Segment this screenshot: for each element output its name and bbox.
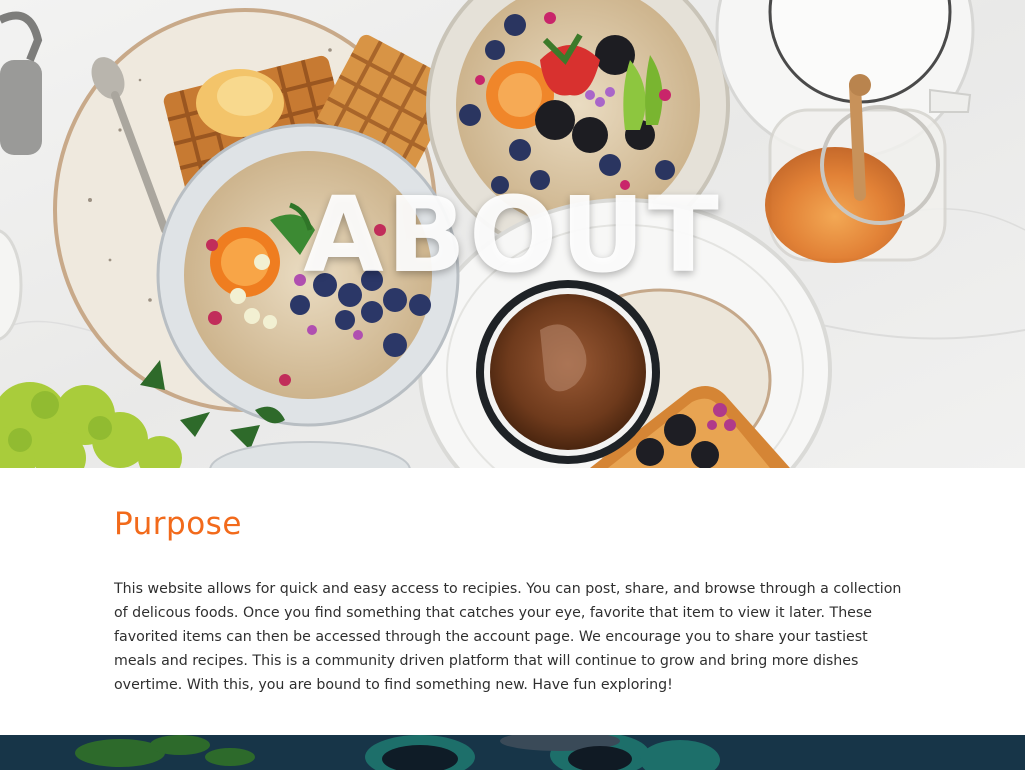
purpose-section: Purpose This website allows for quick an… bbox=[0, 468, 1025, 735]
next-section-image bbox=[0, 735, 1025, 770]
hero-title: ABOUT bbox=[303, 174, 722, 296]
purpose-heading: Purpose bbox=[114, 506, 242, 542]
hero-banner: ABOUT bbox=[0, 0, 1025, 468]
purpose-paragraph: This website allows for quick and easy a… bbox=[114, 581, 902, 693]
food-photo-strip bbox=[0, 735, 1025, 770]
